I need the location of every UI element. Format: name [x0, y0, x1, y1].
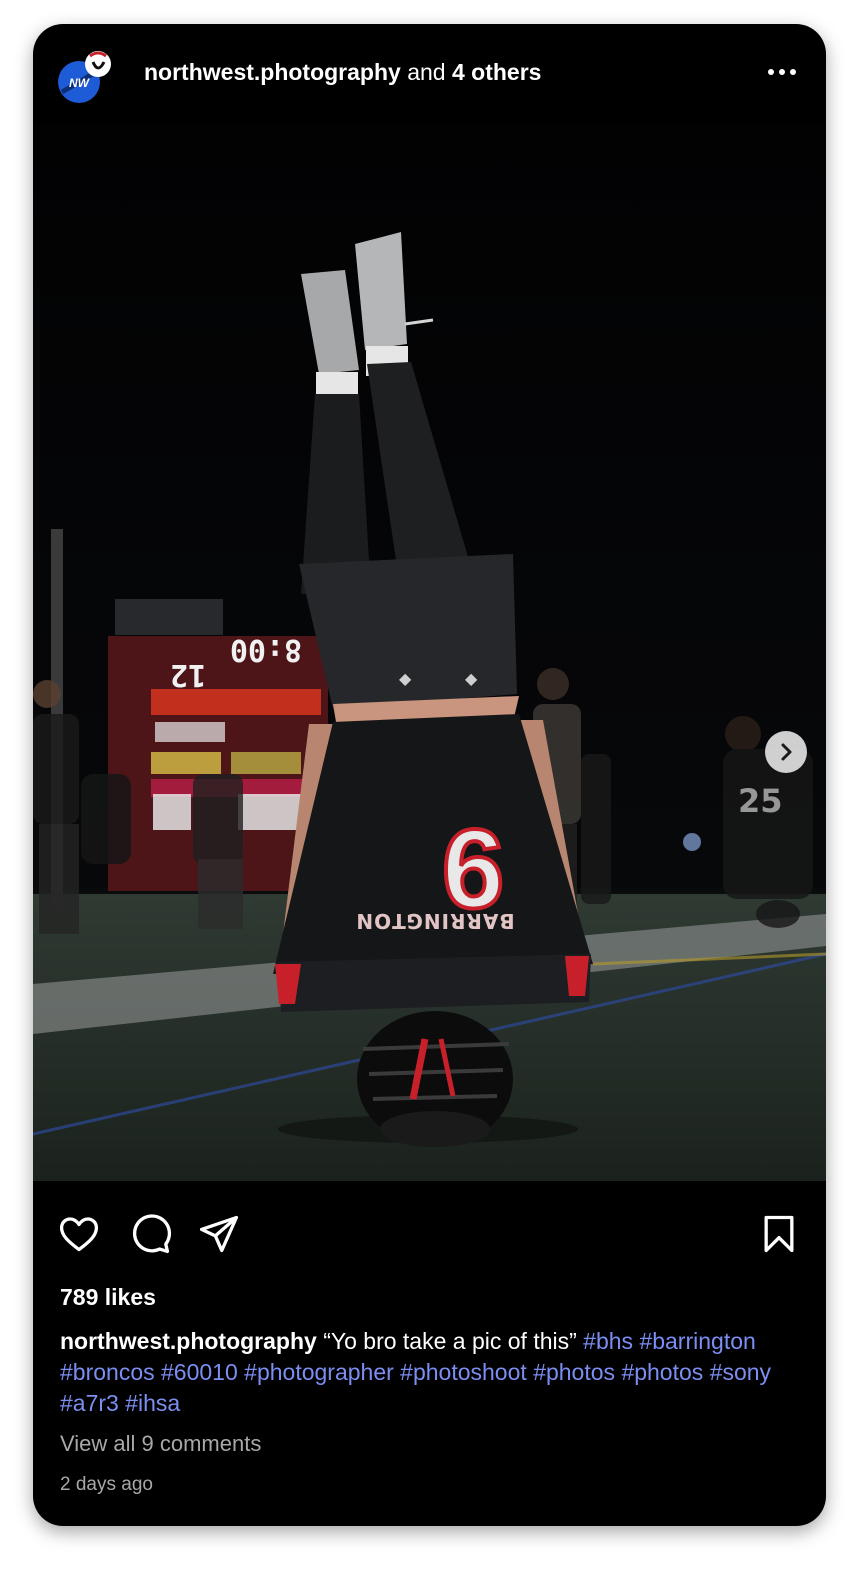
hashtag-link[interactable]: #photos	[621, 1359, 703, 1385]
like-button[interactable]	[57, 1212, 101, 1256]
caption-text: “Yo bro take a pic of this”	[316, 1328, 584, 1354]
svg-text:◆: ◆	[399, 669, 412, 688]
carousel-next-button[interactable]	[765, 731, 807, 773]
post-image: 12 8:00 25 ◆ ◆ 9 BARRINGTON	[33, 124, 826, 1181]
post-card: NW northwest.photography and 4 others 12…	[33, 24, 826, 1526]
byline-connector: and	[400, 59, 452, 85]
post-photo[interactable]: 12 8:00 25 ◆ ◆ 9 BARRINGTON	[33, 124, 826, 1181]
hashtag-link[interactable]: #sony	[710, 1359, 771, 1385]
more-horizontal-icon	[768, 69, 796, 75]
hashtag-link[interactable]: #photographer	[244, 1359, 394, 1385]
hashtag-link[interactable]: #photos	[533, 1359, 615, 1385]
share-button[interactable]	[197, 1212, 241, 1256]
hashtag-link[interactable]: #broncos	[60, 1359, 155, 1385]
collaborators-link[interactable]: 4 others	[452, 59, 541, 85]
hashtag-link[interactable]: #barrington	[639, 1328, 755, 1354]
avatar-text: NW	[69, 76, 91, 90]
hashtag-link[interactable]: #60010	[161, 1359, 238, 1385]
comment-icon	[132, 1214, 172, 1254]
heart-icon	[59, 1217, 99, 1252]
post-caption: northwest.photography “Yo bro take a pic…	[60, 1326, 810, 1419]
likes-count[interactable]: 789 likes	[60, 1284, 156, 1311]
northwest-photography-logo-icon: NW	[58, 51, 111, 103]
send-icon	[199, 1215, 239, 1253]
hashtag-link[interactable]: #photoshoot	[400, 1359, 527, 1385]
scoreboard-left-score: 12	[170, 657, 206, 692]
hashtag-link[interactable]: #bhs	[583, 1328, 633, 1354]
scoreboard-right-score: 8:00	[230, 632, 302, 667]
jersey-name: BARRINGTON	[355, 909, 514, 933]
hashtag-link[interactable]: #a7r3	[60, 1390, 119, 1416]
view-all-comments-link[interactable]: View all 9 comments	[60, 1431, 261, 1457]
hashtag-link[interactable]: #ihsa	[125, 1390, 180, 1416]
svg-text:25: 25	[738, 782, 783, 820]
chevron-right-icon	[781, 743, 792, 761]
post-byline: northwest.photography and 4 others	[144, 58, 541, 86]
svg-text:◆: ◆	[465, 669, 478, 688]
post-timestamp: 2 days ago	[60, 1474, 153, 1495]
comment-button[interactable]	[128, 1212, 172, 1256]
more-options-button[interactable]	[764, 60, 800, 84]
author-username[interactable]: northwest.photography	[144, 59, 401, 85]
post-header: NW northwest.photography and 4 others	[33, 24, 826, 124]
save-button[interactable]	[757, 1212, 801, 1256]
bookmark-icon	[764, 1215, 794, 1253]
avatar[interactable]: NW	[57, 48, 115, 104]
caption-username[interactable]: northwest.photography	[60, 1328, 317, 1354]
